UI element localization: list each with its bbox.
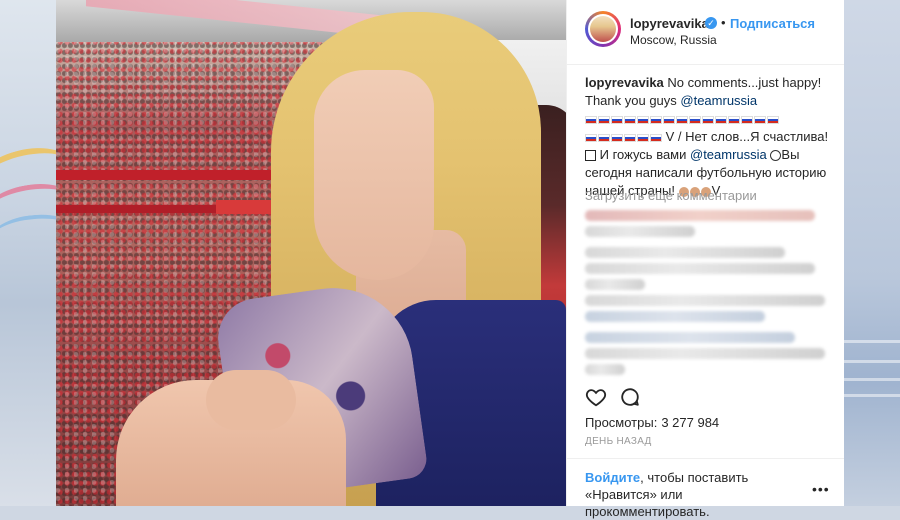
decor-stripe — [843, 394, 900, 397]
follow-button[interactable]: Подписаться — [730, 16, 815, 31]
post-header: lopyrevavika ✓ • Подписаться Moscow, Rus… — [567, 0, 844, 65]
checkbox-emoji-icon — [585, 150, 596, 162]
list-item — [585, 210, 815, 221]
background-left-decor — [0, 0, 56, 506]
avatar[interactable] — [585, 11, 621, 47]
avatar-image — [590, 16, 616, 42]
load-more-comments-link[interactable]: Загрузить еще комментарии — [585, 188, 757, 203]
background-right-decor — [843, 0, 900, 506]
views-count: Просмотры: 3 277 984 — [585, 415, 719, 430]
list-item — [585, 364, 625, 375]
username-link[interactable]: lopyrevavika — [630, 16, 709, 31]
list-item — [585, 332, 795, 343]
caption-text: V / Нет слов...Я счастлива! — [665, 129, 829, 144]
list-item — [585, 348, 825, 359]
list-item — [585, 295, 825, 306]
post-actions — [583, 386, 833, 410]
decor-stripe — [843, 340, 900, 343]
caption-username[interactable]: lopyrevavika — [585, 75, 664, 90]
post-side-panel: lopyrevavika ✓ • Подписаться Moscow, Rus… — [566, 0, 844, 519]
location-link[interactable]: Moscow, Russia — [630, 33, 717, 47]
more-options-icon[interactable]: ••• — [812, 481, 830, 497]
soccer-ball-icon — [770, 150, 782, 162]
views-value: 3 277 984 — [661, 415, 720, 430]
stadium-banner — [56, 170, 286, 180]
login-link[interactable]: Войдите — [585, 470, 640, 485]
decor-stripe — [843, 360, 900, 363]
login-prompt: Войдите, чтобы поставить «Нравится» или … — [585, 469, 807, 520]
caption-text: И гожусь вами — [596, 147, 690, 162]
separator-dot: • — [721, 15, 726, 30]
list-item — [585, 279, 645, 290]
woman-face — [314, 70, 434, 280]
blurred-comments-list — [585, 205, 835, 380]
post-timestamp[interactable]: ДЕНЬ НАЗАД — [585, 436, 652, 447]
list-item — [585, 226, 695, 237]
heart-icon[interactable] — [585, 386, 607, 408]
woman-hand — [206, 370, 296, 430]
decor-stripe — [843, 378, 900, 381]
post-footer: Войдите, чтобы поставить «Нравится» или … — [567, 458, 844, 519]
post-caption: lopyrevavika No comments...just happy! T… — [585, 74, 833, 200]
list-item — [585, 247, 785, 258]
mention-link[interactable]: @teamrussia — [690, 147, 767, 162]
mention-link[interactable]: @teamrussia — [680, 93, 757, 108]
post-video[interactable] — [56, 0, 566, 506]
verified-badge-icon: ✓ — [705, 17, 717, 29]
list-item — [585, 311, 765, 322]
comment-icon[interactable] — [619, 386, 641, 408]
list-item — [585, 263, 815, 274]
views-label: Просмотры: — [585, 415, 658, 430]
